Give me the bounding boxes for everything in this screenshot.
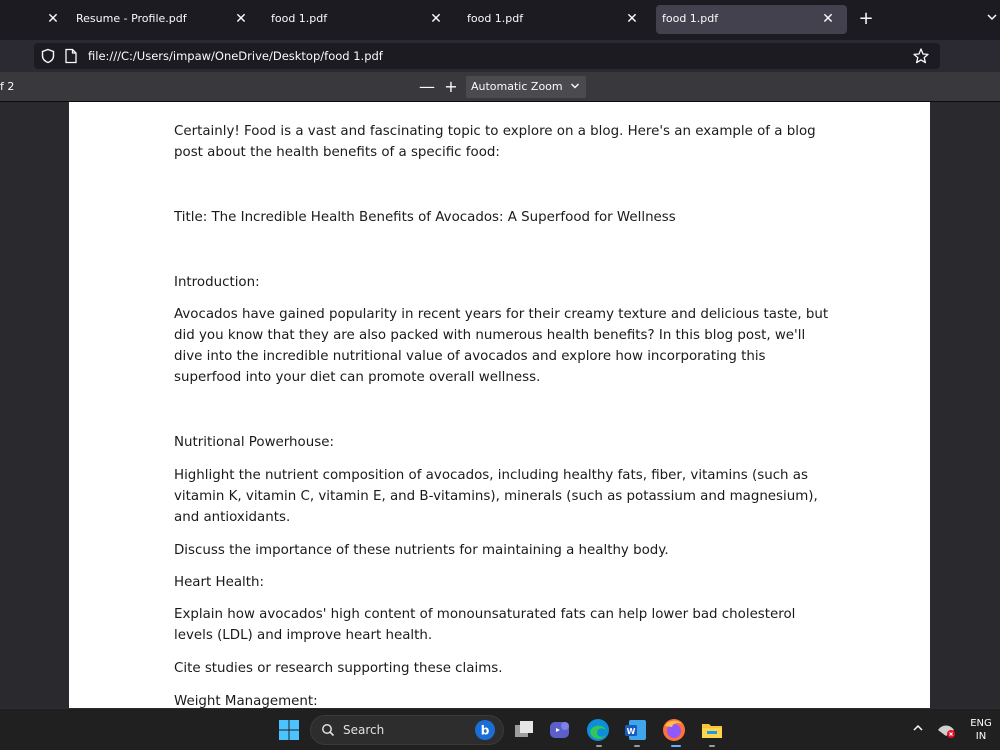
- chevron-down-icon[interactable]: [984, 9, 1000, 29]
- heading-heart-health: Heart Health:: [174, 575, 265, 590]
- page-count-label: f 2: [0, 80, 15, 93]
- search-icon: [322, 724, 335, 737]
- star-icon[interactable]: [912, 47, 930, 65]
- svg-text:W: W: [627, 727, 636, 736]
- word-icon[interactable]: W: [623, 717, 649, 743]
- heading-weight-management: Weight Management:: [174, 694, 318, 708]
- paragraph: Avocados have gained popularity in recen…: [174, 307, 829, 385]
- language-code: ENG: [970, 718, 992, 729]
- svg-text:b: b: [481, 724, 490, 738]
- paragraph: Highlight the nutrient composition of av…: [174, 468, 818, 525]
- tab-resume-profile[interactable]: Resume - Profile.pdf ✕: [70, 5, 260, 34]
- chevron-down-icon: [570, 79, 580, 96]
- close-icon[interactable]: ✕: [232, 10, 250, 28]
- close-icon[interactable]: ✕: [623, 10, 641, 28]
- close-icon[interactable]: ✕: [819, 10, 837, 28]
- shield-icon[interactable]: [40, 48, 56, 64]
- paragraph: Certainly! Food is a vast and fascinatin…: [174, 124, 816, 160]
- paragraph: Cite studies or research supporting thes…: [174, 661, 503, 676]
- pdf-page: Certainly! Food is a vast and fascinatin…: [69, 102, 930, 708]
- file-explorer-icon[interactable]: [699, 717, 725, 743]
- region-code: IN: [975, 731, 987, 742]
- tab-label: food 1.pdf: [271, 12, 328, 25]
- tab-label: food 1.pdf: [662, 12, 719, 25]
- zoom-out-button[interactable]: —: [418, 77, 436, 97]
- running-indicator: [634, 745, 640, 747]
- paragraph-title: Title: The Incredible Health Benefits of…: [174, 210, 676, 225]
- navigation-bar: file:///C:/Users/impaw/OneDrive/Desktop/…: [0, 40, 1000, 72]
- tab-bar: ✕ Resume - Profile.pdf ✕ food 1.pdf ✕ fo…: [0, 0, 1000, 40]
- search-label: Search: [343, 723, 385, 737]
- close-icon[interactable]: ✕: [427, 10, 445, 28]
- url-bar[interactable]: file:///C:/Users/impaw/OneDrive/Desktop/…: [34, 43, 940, 69]
- zoom-select[interactable]: Automatic Zoom: [466, 76, 586, 98]
- url-text[interactable]: file:///C:/Users/impaw/OneDrive/Desktop/…: [88, 49, 383, 63]
- tab-food-active[interactable]: food 1.pdf ✕: [656, 5, 847, 34]
- active-indicator: [671, 745, 681, 747]
- windows-start-icon[interactable]: [276, 717, 302, 743]
- paragraph: Explain how avocados' high content of mo…: [174, 607, 796, 643]
- tab-label: Resume - Profile.pdf: [76, 12, 187, 25]
- edge-icon[interactable]: [585, 717, 611, 743]
- bing-icon[interactable]: b: [474, 719, 496, 741]
- heading-nutritional: Nutritional Powerhouse:: [174, 435, 334, 450]
- firefox-icon[interactable]: [661, 717, 687, 743]
- running-indicator: [709, 745, 715, 747]
- tab-food-2[interactable]: food 1.pdf ✕: [461, 5, 651, 34]
- pdf-toolbar: f 2 — + Automatic Zoom: [0, 72, 1000, 102]
- page-icon: [65, 48, 77, 64]
- tab-label: food 1.pdf: [467, 12, 524, 25]
- zoom-in-button[interactable]: +: [442, 77, 460, 97]
- chevron-up-icon[interactable]: [912, 722, 924, 736]
- heading-introduction: Introduction:: [174, 275, 260, 290]
- network-offline-icon[interactable]: [936, 721, 956, 739]
- language-indicator[interactable]: ENG IN: [964, 717, 998, 743]
- close-icon[interactable]: ✕: [44, 10, 62, 28]
- teams-icon[interactable]: [547, 717, 573, 743]
- task-view-icon[interactable]: [511, 717, 537, 743]
- tab-food-1[interactable]: food 1.pdf ✕: [265, 5, 455, 34]
- new-tab-button[interactable]: +: [856, 9, 876, 29]
- zoom-select-value: Automatic Zoom: [471, 80, 563, 93]
- pdf-viewer[interactable]: Certainly! Food is a vast and fascinatin…: [0, 102, 1000, 708]
- running-indicator: [596, 745, 602, 747]
- taskbar: Search b W ENG IN: [0, 708, 1000, 750]
- paragraph: Discuss the importance of these nutrient…: [174, 543, 669, 558]
